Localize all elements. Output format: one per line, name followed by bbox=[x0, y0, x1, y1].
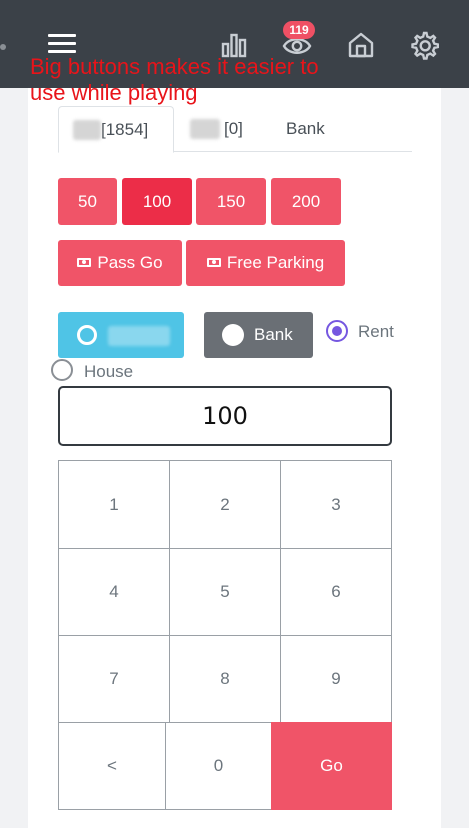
amount-150-button[interactable]: 150 bbox=[196, 178, 266, 225]
key-1[interactable]: 1 bbox=[58, 460, 170, 549]
free-parking-button[interactable]: Free Parking bbox=[186, 240, 345, 286]
tab-bank[interactable]: Bank bbox=[286, 106, 356, 153]
bank-target-label: Bank bbox=[254, 325, 293, 344]
radio-ring-icon bbox=[77, 325, 97, 345]
pass-go-label: Pass Go bbox=[97, 253, 163, 272]
offscreen-dot bbox=[0, 44, 6, 50]
annotation-text: Big buttons makes it easier to use while… bbox=[30, 54, 319, 105]
amount-50-button[interactable]: 50 bbox=[58, 178, 117, 225]
key-6[interactable]: 6 bbox=[280, 548, 392, 636]
player-target-radio[interactable] bbox=[58, 312, 184, 358]
key-0[interactable]: 0 bbox=[165, 722, 272, 810]
amount-input[interactable] bbox=[58, 386, 392, 446]
tab-label: [0] bbox=[224, 119, 243, 138]
blurred-player-name bbox=[108, 326, 170, 346]
rent-label: Rent bbox=[358, 322, 394, 341]
blurred-player-name bbox=[190, 119, 220, 139]
gear-icon[interactable] bbox=[409, 30, 440, 60]
key-9[interactable]: 9 bbox=[280, 635, 392, 723]
pass-go-button[interactable]: Pass Go bbox=[58, 240, 182, 286]
money-icon bbox=[206, 258, 221, 267]
radio-circle-icon bbox=[222, 324, 244, 346]
money-icon bbox=[77, 258, 92, 267]
home-icon[interactable] bbox=[346, 30, 376, 60]
blurred-player-name bbox=[73, 120, 101, 140]
key-7[interactable]: 7 bbox=[58, 635, 170, 723]
backspace-key[interactable]: < bbox=[58, 722, 166, 810]
key-8[interactable]: 8 bbox=[169, 635, 281, 723]
key-2[interactable]: 2 bbox=[169, 460, 281, 549]
free-parking-label: Free Parking bbox=[226, 253, 325, 272]
eye-count-badge: 119 bbox=[283, 21, 315, 39]
hamburger-menu-icon[interactable] bbox=[48, 33, 76, 55]
amount-200-button[interactable]: 200 bbox=[271, 178, 341, 225]
key-3[interactable]: 3 bbox=[280, 460, 392, 549]
rent-radio[interactable] bbox=[326, 320, 348, 342]
key-5[interactable]: 5 bbox=[169, 548, 281, 636]
keypad: 1 2 3 4 5 6 7 8 9 < 0 Go bbox=[58, 460, 392, 810]
house-radio[interactable] bbox=[51, 359, 73, 381]
tab-player-2[interactable]: [0] bbox=[190, 106, 280, 153]
key-4[interactable]: 4 bbox=[58, 548, 170, 636]
tab-label: Bank bbox=[286, 119, 325, 138]
bank-target-radio[interactable]: Bank bbox=[204, 312, 313, 358]
tab-label: [1854] bbox=[101, 120, 149, 139]
go-button[interactable]: Go bbox=[271, 722, 392, 810]
house-label: House bbox=[84, 362, 134, 381]
tab-player-1[interactable]: [1854] bbox=[58, 106, 174, 153]
amount-100-button[interactable]: 100 bbox=[122, 178, 192, 225]
player-tabs: [1854] [0] Bank bbox=[58, 106, 412, 153]
